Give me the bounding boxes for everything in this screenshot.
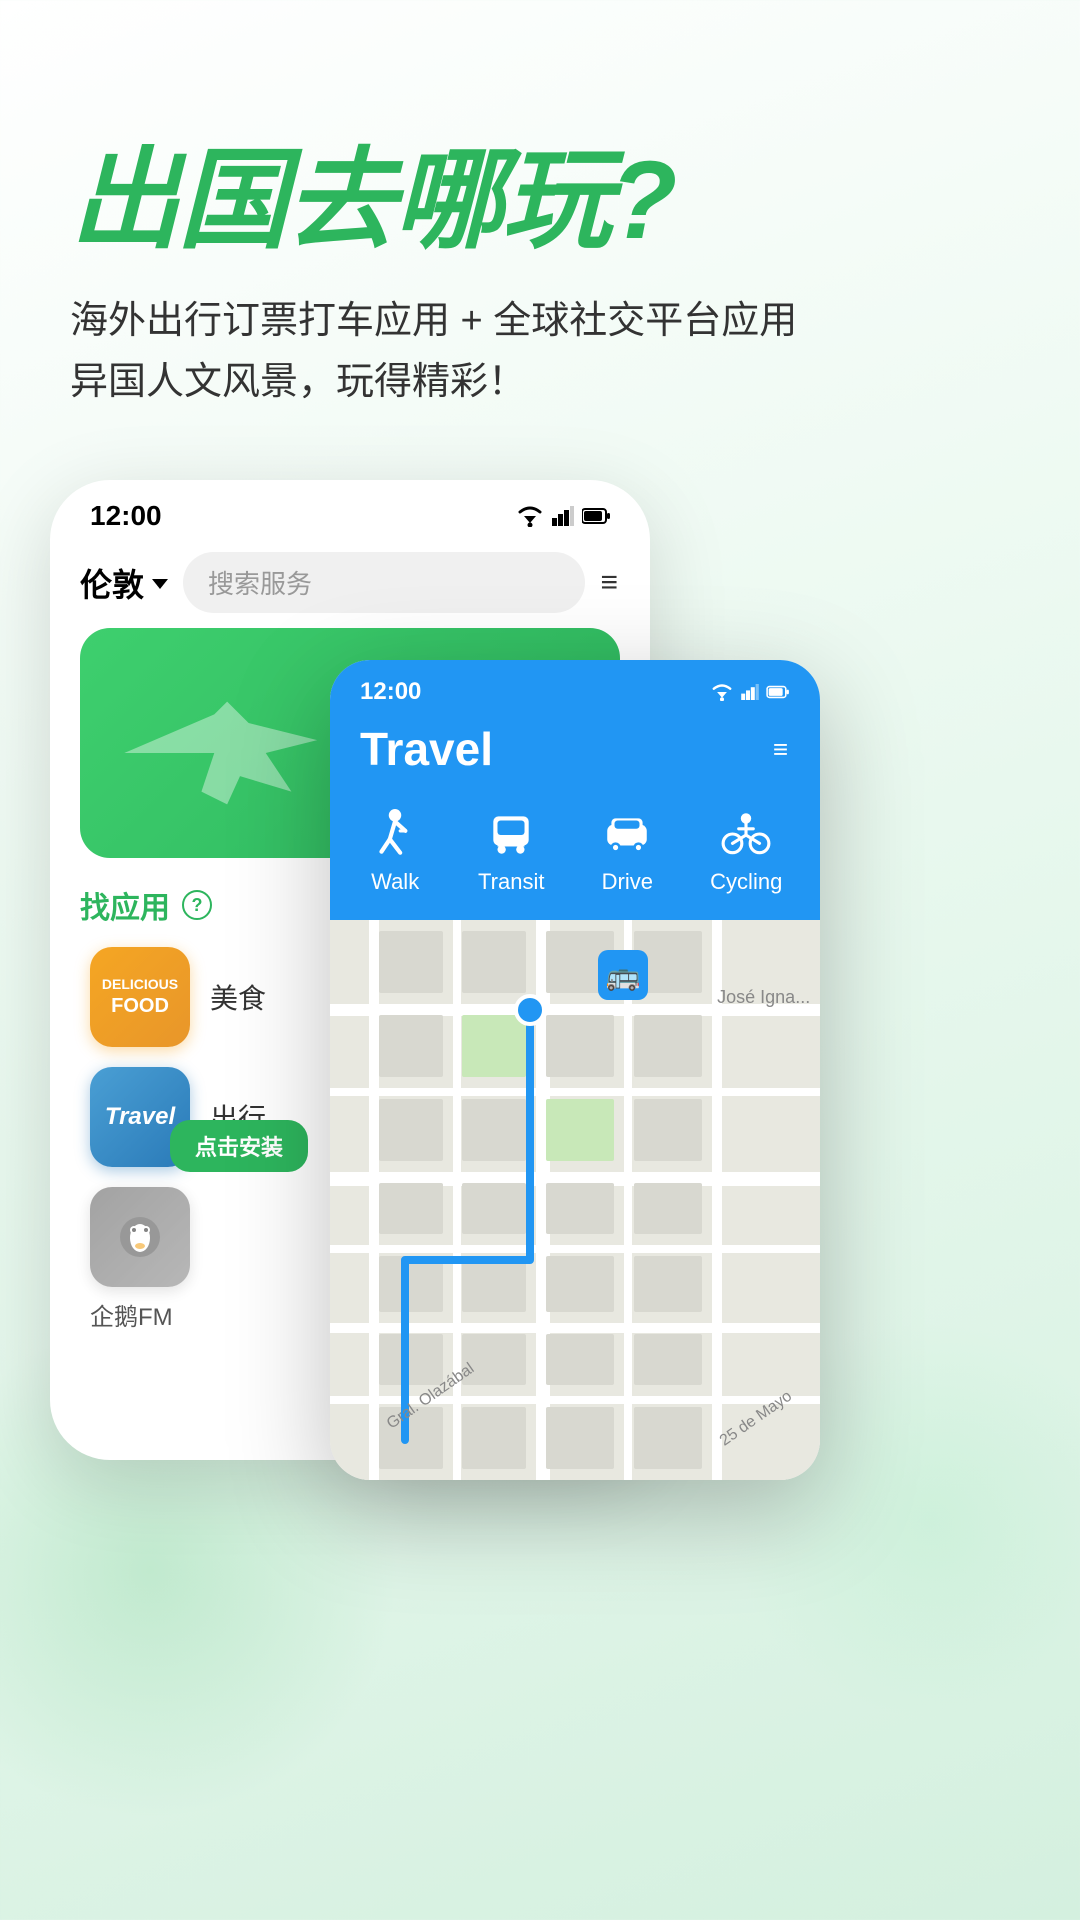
status-time: 12:00	[90, 500, 162, 532]
menu-icon[interactable]: ≡	[600, 571, 620, 595]
travel-header: 12:00	[330, 660, 820, 920]
phone-toolbar: 伦敦 搜索服务 ≡	[50, 542, 650, 628]
search-bar[interactable]: 搜索服务	[183, 552, 585, 613]
signal-icon	[552, 506, 574, 526]
phone-container: 12:00	[50, 480, 680, 1530]
nav-item-transit[interactable]: Transit	[478, 806, 544, 895]
wifi-icon	[516, 505, 544, 527]
battery-icon	[582, 507, 610, 525]
penguin-app-icon	[90, 1187, 190, 1287]
subtitle: 海外出行订票打车应用 + 全球社交平台应用 异国人文风景，玩得精彩！	[70, 291, 1010, 413]
travel-title-row: Travel ≡	[330, 714, 820, 796]
penguin-icon	[113, 1210, 168, 1265]
chevron-down-icon	[152, 579, 168, 589]
travel-wifi-icon	[710, 683, 734, 701]
travel-status-bar: 12:00	[330, 660, 820, 714]
travel-status-time: 12:00	[360, 678, 421, 706]
city-selector[interactable]: 伦敦	[80, 560, 168, 606]
transit-icon	[484, 806, 539, 861]
food-app-icon: DELICIOUS FOOD	[90, 947, 190, 1047]
find-apps-text: 找应用	[80, 883, 170, 927]
cycling-label: Cycling	[710, 869, 782, 895]
install-button[interactable]: 点击安装	[170, 1120, 308, 1172]
transit-label: Transit	[478, 869, 544, 895]
nav-item-drive[interactable]: Drive	[600, 806, 655, 895]
svg-text:🚌: 🚌	[606, 960, 641, 992]
walk-icon	[368, 806, 423, 861]
nav-item-walk[interactable]: Walk	[368, 806, 423, 895]
drive-icon	[600, 806, 655, 861]
travel-nav: Walk Transit	[330, 796, 820, 920]
jose-street-label: José Igna...	[717, 987, 810, 1008]
map-area: 🚌 José Igna... Gral. Olazábal 25 de Mayo	[330, 920, 820, 1480]
travel-battery-icon	[766, 685, 790, 699]
food-app-label: 美食	[210, 977, 266, 1017]
status-icons	[516, 505, 610, 527]
travel-app-title: Travel	[360, 722, 493, 776]
drive-label: Drive	[602, 869, 653, 895]
main-title: 出国去哪玩?	[70, 140, 1010, 261]
status-bar: 12:00	[50, 480, 650, 542]
travel-overlay-phone: 12:00	[330, 660, 820, 1480]
nav-item-cycling[interactable]: Cycling	[710, 806, 782, 895]
walk-label: Walk	[371, 869, 419, 895]
travel-menu-icon[interactable]: ≡	[773, 739, 790, 760]
cycling-icon	[719, 806, 774, 861]
travel-signal-icon	[740, 684, 760, 700]
help-icon[interactable]: ?	[182, 890, 212, 920]
travel-status-icons	[710, 683, 790, 701]
